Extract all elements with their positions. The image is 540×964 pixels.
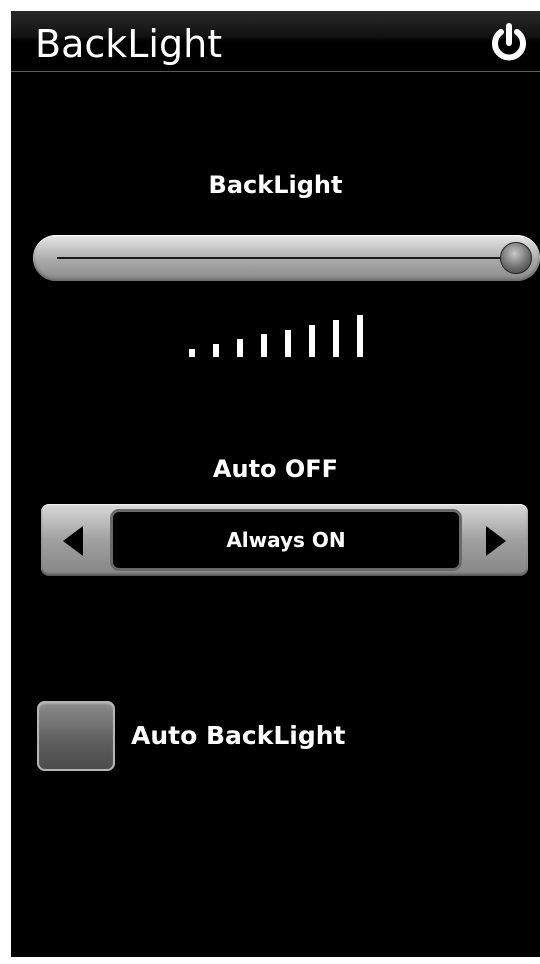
level-bar [332,319,339,357]
auto-off-selector: Always ON [41,504,528,576]
power-icon [492,23,526,61]
auto-backlight-checkbox[interactable] [37,701,115,771]
auto-backlight-label[interactable]: Auto BackLight [131,721,346,750]
triangle-right-icon [486,526,506,556]
level-bar [356,315,363,357]
auto-off-label: Auto OFF [212,455,339,483]
backlight-screen: BackLight BackLight Auto OFF Always ON A… [11,11,540,957]
auto-off-value: Always ON [113,512,459,568]
level-bar [236,339,243,357]
level-bar [308,324,315,357]
level-bar [260,334,267,357]
slider-track [57,257,516,259]
backlight-slider[interactable] [33,235,540,281]
power-button[interactable] [487,21,531,65]
next-option-button[interactable] [464,504,528,576]
triangle-left-icon [63,526,83,556]
page-title: BackLight [35,22,223,66]
backlight-label: BackLight [208,171,343,199]
slider-thumb[interactable] [500,242,532,274]
previous-option-button[interactable] [41,504,105,576]
level-bar [284,329,291,357]
backlight-level-indicator [11,301,540,357]
level-bar [212,344,219,357]
title-bar: BackLight [11,11,540,72]
level-bar [188,349,195,357]
